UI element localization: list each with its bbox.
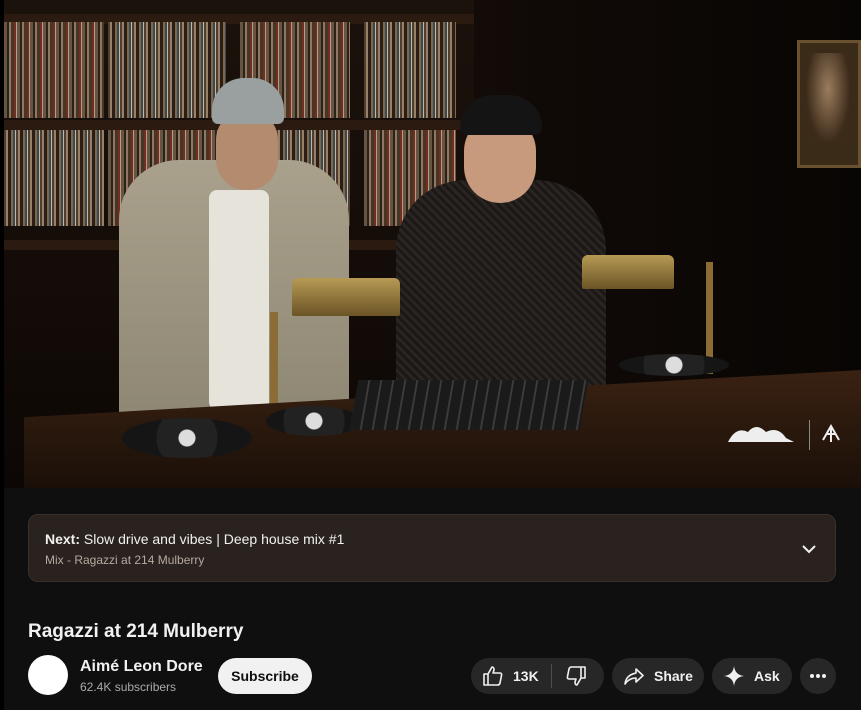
record-shelf	[364, 22, 456, 118]
like-dislike-group: 13K	[471, 658, 604, 694]
ask-button[interactable]: Ask	[712, 658, 792, 694]
dj-left-shirt	[209, 190, 269, 410]
dj-right-sweater	[396, 180, 606, 410]
thumbs-up-icon	[483, 666, 503, 686]
record-shelf	[4, 22, 104, 118]
video-player[interactable]	[4, 0, 861, 488]
more-actions-button[interactable]	[800, 658, 836, 694]
turntable-center	[266, 406, 362, 436]
wall-painting	[797, 40, 861, 168]
desk-lamp-right	[582, 255, 674, 289]
sparkle-icon	[724, 666, 744, 686]
up-next-card[interactable]: Next: Slow drive and vibes | Deep house …	[28, 514, 836, 582]
turntable-right	[619, 354, 729, 376]
seal-mark-watermark	[822, 423, 840, 442]
ask-label: Ask	[754, 668, 780, 684]
channel-name[interactable]: Aimé Leon Dore	[80, 658, 203, 676]
up-next-line: Next: Slow drive and vibes | Deep house …	[45, 531, 344, 547]
thumbs-down-icon	[566, 666, 586, 686]
chevron-down-icon[interactable]	[799, 539, 819, 559]
channel-avatar[interactable]	[28, 655, 68, 695]
more-dots-icon	[810, 674, 826, 678]
up-next-title: Slow drive and vibes | Deep house mix #1	[83, 531, 345, 547]
like-count: 13K	[513, 668, 539, 684]
subscriber-count: 62.4K subscribers	[80, 680, 177, 694]
watermark-divider	[809, 420, 810, 450]
record-shelf	[108, 22, 226, 118]
logo-mark-watermark	[728, 427, 794, 442]
desk-lamp-left	[292, 278, 400, 316]
up-next-playlist: Mix - Ragazzi at 214 Mulberry	[45, 553, 205, 567]
dj-mixer	[349, 380, 589, 430]
up-next-prefix: Next:	[45, 531, 81, 547]
subscribe-button[interactable]: Subscribe	[218, 658, 312, 694]
like-divider	[550, 664, 552, 688]
turntable-left	[122, 418, 252, 458]
record-shelf	[4, 130, 104, 226]
dislike-button[interactable]	[564, 664, 588, 688]
share-arrow-icon	[624, 668, 644, 685]
share-button[interactable]: Share	[612, 658, 704, 694]
video-title: Ragazzi at 214 Mulberry	[28, 621, 244, 642]
dj-right-cap	[460, 95, 542, 135]
like-button[interactable]: 13K	[471, 658, 539, 694]
share-label: Share	[654, 668, 693, 684]
